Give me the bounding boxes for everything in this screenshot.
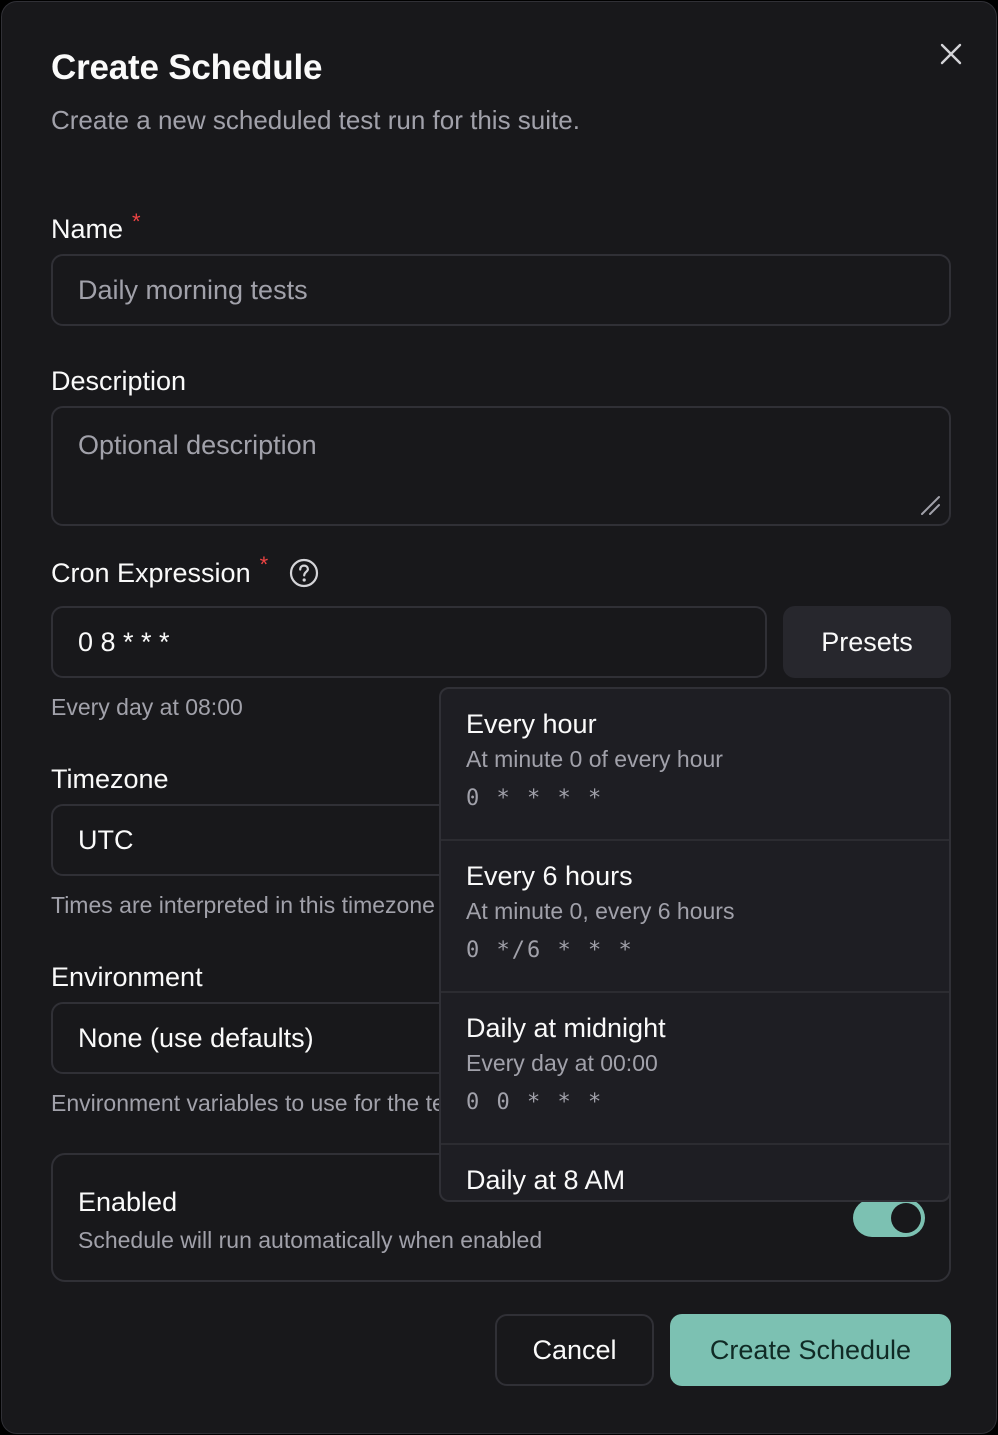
- preset-item[interactable]: Daily at 8 AM: [441, 1145, 949, 1200]
- required-marker: *: [132, 208, 141, 234]
- enabled-title: Enabled: [78, 1187, 178, 1217]
- environment-label: Environment: [51, 962, 203, 992]
- help-icon[interactable]: [288, 557, 320, 589]
- preset-cron: 0 */6 * * *: [466, 938, 634, 963]
- preset-name: Every hour: [466, 709, 597, 739]
- cron-input[interactable]: 0 8 * * *: [51, 606, 767, 678]
- create-schedule-button[interactable]: Create Schedule: [670, 1314, 951, 1386]
- preset-description: At minute 0 of every hour: [466, 746, 723, 772]
- cron-help-text: Every day at 08:00: [51, 694, 243, 720]
- required-marker: *: [259, 552, 269, 577]
- create-schedule-dialog: Create Schedule Create a new scheduled t…: [1, 1, 997, 1434]
- close-icon: [940, 43, 962, 65]
- name-label: Name *: [51, 208, 141, 245]
- enabled-description: Schedule will run automatically when ena…: [78, 1227, 543, 1253]
- description-label: Description: [51, 366, 187, 396]
- enabled-toggle[interactable]: [853, 1199, 925, 1237]
- cron-label: Cron Expression *: [51, 552, 320, 589]
- dialog-subtitle: Create a new scheduled test run for this…: [51, 105, 580, 135]
- preset-name: Daily at midnight: [466, 1013, 666, 1043]
- resize-grip-icon[interactable]: [919, 494, 941, 516]
- presets-button[interactable]: Presets: [783, 606, 951, 678]
- environment-help-text: Environment variables to use for the tes…: [51, 1090, 503, 1116]
- preset-name: Every 6 hours: [466, 861, 633, 891]
- cancel-button[interactable]: Cancel: [495, 1314, 654, 1386]
- preset-item[interactable]: Every 6 hours At minute 0, every 6 hours…: [441, 841, 949, 993]
- close-button[interactable]: [932, 35, 970, 73]
- description-textarea[interactable]: Optional description: [51, 406, 951, 526]
- preset-cron: 0 * * * *: [466, 786, 604, 811]
- toggle-knob: [891, 1203, 921, 1233]
- timezone-help-text: Times are interpreted in this timezone: [51, 892, 435, 918]
- preset-cron: 0 0 * * *: [466, 1090, 604, 1115]
- timezone-label: Timezone: [51, 764, 169, 794]
- dialog-title: Create Schedule: [51, 48, 323, 87]
- preset-description: Every day at 00:00: [466, 1050, 658, 1076]
- description-placeholder: Optional description: [78, 430, 317, 460]
- preset-item[interactable]: Daily at midnight Every day at 00:00 0 0…: [441, 993, 949, 1145]
- preset-name: Daily at 8 AM: [466, 1165, 626, 1195]
- preset-item[interactable]: Every hour At minute 0 of every hour 0 *…: [441, 689, 949, 841]
- name-input[interactable]: Daily morning tests: [51, 254, 951, 326]
- preset-description: At minute 0, every 6 hours: [466, 898, 735, 924]
- presets-dropdown: Every hour At minute 0 of every hour 0 *…: [439, 687, 951, 1202]
